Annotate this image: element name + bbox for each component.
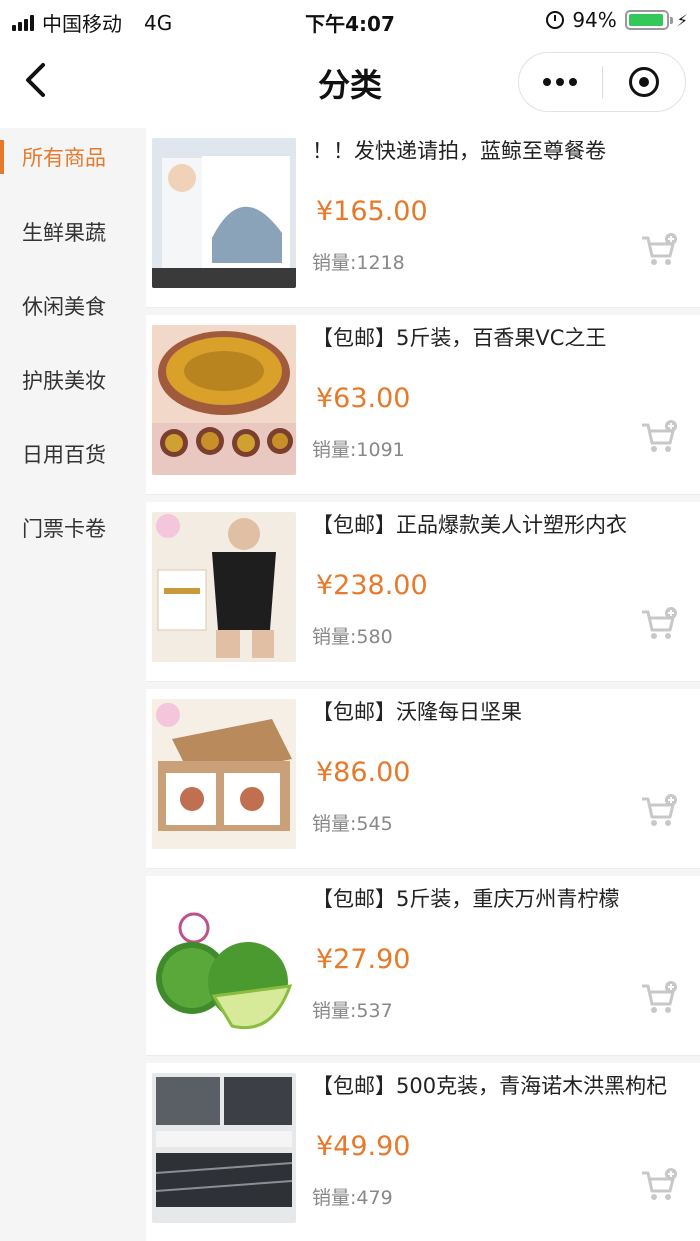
product-image [152,325,296,475]
product-title: 【包邮】500克装，青海诺木洪黑枸杞 [312,1074,668,1098]
product-title: 【包邮】沃隆每日坚果 [312,700,522,724]
add-to-cart-button[interactable] [640,606,678,642]
product-title: 【包邮】5斤装，百香果VC之王 [312,326,607,350]
charging-icon: ⚡ [676,10,688,30]
product-price: ¥63.00 [316,383,411,414]
alarm-icon [546,11,565,29]
product-sales: 销量:479 [312,1187,393,1209]
sidebar-item-all[interactable]: 所有商品 [0,132,132,182]
close-miniprogram-button[interactable] [603,53,686,111]
status-right: 94% ⚡ [546,8,688,32]
product-card[interactable]: ！！发快递请拍，蓝鲸至尊餐卷 ¥165.00 销量:1218 [146,128,700,308]
cart-plus-icon [642,794,677,826]
product-title: ！！发快递请拍，蓝鲸至尊餐卷 [312,139,606,163]
product-sales: 销量:580 [312,626,393,648]
product-title: 【包邮】5斤装，重庆万州青柠檬 [312,887,620,911]
battery-percent: 94% [572,8,617,32]
product-price: ¥49.90 [316,1131,411,1162]
category-sidebar: 所有商品 生鲜果蔬 休闲美食 护肤美妆 日用百货 门票卡卷 [0,128,132,1241]
add-to-cart-button[interactable] [640,980,678,1016]
target-icon [628,67,659,97]
miniprogram-capsule [518,52,686,112]
cart-plus-icon [642,420,677,452]
sidebar-item-snacks[interactable]: 休闲美食 [0,281,132,331]
add-to-cart-button[interactable] [640,232,678,268]
product-card[interactable]: 【包邮】500克装，青海诺木洪黑枸杞 ¥49.90 销量:479 [146,1063,700,1241]
product-image [152,1073,296,1223]
nav-bar: 分类 [0,44,700,120]
sidebar-item-beauty[interactable]: 护肤美妆 [0,355,132,405]
cart-plus-icon [642,1168,677,1200]
product-card[interactable]: 【包邮】5斤装，重庆万州青柠檬 ¥27.90 销量:537 [146,876,700,1056]
add-to-cart-button[interactable] [640,1167,678,1203]
product-sales: 销量:1218 [312,252,405,274]
product-price: ¥165.00 [316,196,428,227]
cart-plus-icon [642,233,677,265]
product-sales: 销量:545 [312,813,393,835]
cart-plus-icon [642,607,677,639]
product-card[interactable]: 【包邮】5斤装，百香果VC之王 ¥63.00 销量:1091 [146,315,700,495]
product-price: ¥27.90 [316,944,411,975]
battery-fill [628,14,663,26]
product-image [152,512,296,662]
add-to-cart-button[interactable] [640,419,678,455]
battery-icon [624,10,673,30]
product-card[interactable]: 【包邮】沃隆每日坚果 ¥86.00 销量:545 [146,689,700,869]
product-sales: 销量:1091 [312,439,405,461]
product-title: 【包邮】正品爆款美人计塑形内衣 [312,513,627,537]
add-to-cart-button[interactable] [640,793,678,829]
product-price: ¥86.00 [316,757,411,788]
sidebar-item-tickets[interactable]: 门票卡卷 [0,503,132,553]
product-price: ¥238.00 [316,570,428,601]
product-sales: 销量:537 [312,1000,393,1022]
sidebar-item-fresh[interactable]: 生鲜果蔬 [0,207,132,257]
cart-plus-icon [642,981,677,1013]
sidebar-item-daily[interactable]: 日用百货 [0,429,132,479]
status-bar: 中国移动 4G 下午4:07 94% ⚡ [0,0,700,44]
product-card[interactable]: 【包邮】正品爆款美人计塑形内衣 ¥238.00 销量:580 [146,502,700,682]
product-image [152,138,296,288]
more-button[interactable] [519,53,602,111]
product-image [152,699,296,849]
product-image [152,886,296,1036]
product-list: ！！发快递请拍，蓝鲸至尊餐卷 ¥165.00 销量:1218 【包邮】5斤装，百… [132,128,700,1241]
